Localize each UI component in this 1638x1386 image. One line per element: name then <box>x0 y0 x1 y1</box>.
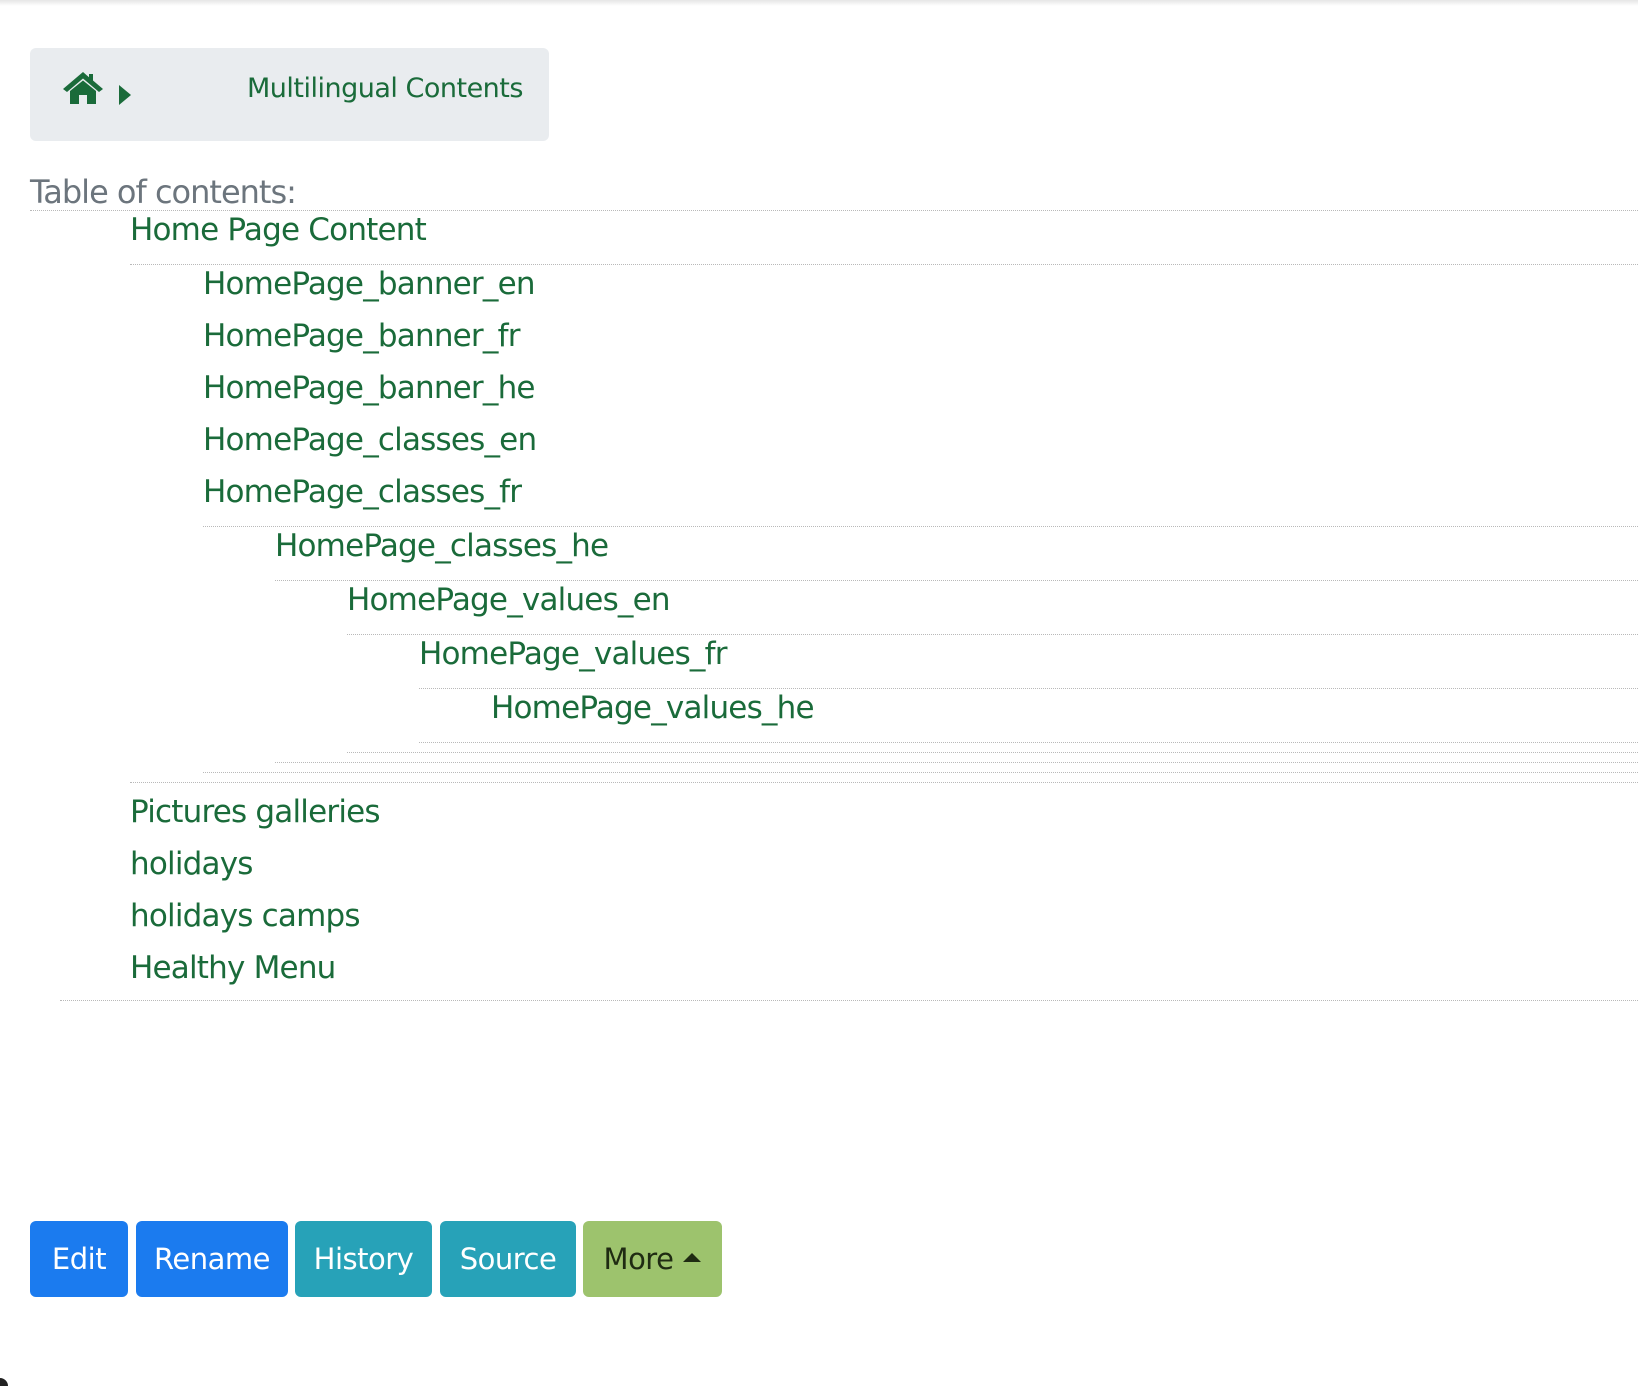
window-corner <box>0 1378 8 1386</box>
toc-divider <box>347 634 1638 635</box>
more-button[interactable]: More <box>583 1221 722 1297</box>
toc-item-holidays[interactable]: holidays <box>130 844 253 884</box>
home-icon[interactable] <box>61 70 105 106</box>
toc-divider <box>203 772 1638 773</box>
toc-item-home-page-content[interactable]: Home Page Content <box>130 210 427 250</box>
history-button-label: History <box>313 1242 414 1276</box>
toc-item-pictures-galleries[interactable]: Pictures galleries <box>130 792 381 832</box>
toc-item-homepage-banner-he[interactable]: HomePage_banner_he <box>203 368 536 408</box>
rename-button[interactable]: Rename <box>136 1221 288 1297</box>
toc-divider <box>419 742 1638 743</box>
toc-item-homepage-classes-fr[interactable]: HomePage_classes_fr <box>203 472 522 512</box>
toc-divider <box>203 526 1638 527</box>
toc-divider <box>60 1000 1638 1001</box>
edit-button-label: Edit <box>51 1242 107 1276</box>
top-shadow <box>0 0 1638 6</box>
page: Multilingual Contents Table of contents:… <box>0 0 1638 1386</box>
caret-right-icon <box>119 85 131 105</box>
source-button-label: Source <box>459 1242 557 1276</box>
toc-item-healthy-menu[interactable]: Healthy Menu <box>130 948 336 988</box>
toc-divider <box>130 264 1638 265</box>
caret-up-icon <box>683 1252 702 1262</box>
rename-button-label: Rename <box>154 1242 270 1276</box>
toc-divider <box>275 762 1638 763</box>
toc-item-homepage-classes-he[interactable]: HomePage_classes_he <box>275 526 609 566</box>
toc-item-homepage-classes-en[interactable]: HomePage_classes_en <box>203 420 537 460</box>
more-button-label: More <box>603 1242 674 1276</box>
breadcrumb: Multilingual Contents <box>30 48 549 141</box>
edit-button[interactable]: Edit <box>30 1221 128 1297</box>
toc-item-homepage-values-en[interactable]: HomePage_values_en <box>347 580 671 620</box>
toc-item-homepage-banner-fr[interactable]: HomePage_banner_fr <box>203 316 520 356</box>
toc-label: Table of contents: <box>30 173 297 211</box>
toc-divider <box>419 688 1638 689</box>
toc-divider <box>30 210 1638 211</box>
breadcrumb-current[interactable]: Multilingual Contents <box>247 73 523 104</box>
history-button[interactable]: History <box>295 1221 432 1297</box>
toc-item-homepage-banner-en[interactable]: HomePage_banner_en <box>203 264 536 304</box>
toc-divider <box>275 580 1638 581</box>
source-button[interactable]: Source <box>440 1221 576 1297</box>
toc-item-homepage-values-he[interactable]: HomePage_values_he <box>491 688 815 728</box>
toc-item-holidays-camps[interactable]: holidays camps <box>130 896 361 936</box>
toc-divider <box>347 752 1638 753</box>
toc-item-homepage-values-fr[interactable]: HomePage_values_fr <box>419 634 727 674</box>
toc-divider <box>130 782 1638 783</box>
